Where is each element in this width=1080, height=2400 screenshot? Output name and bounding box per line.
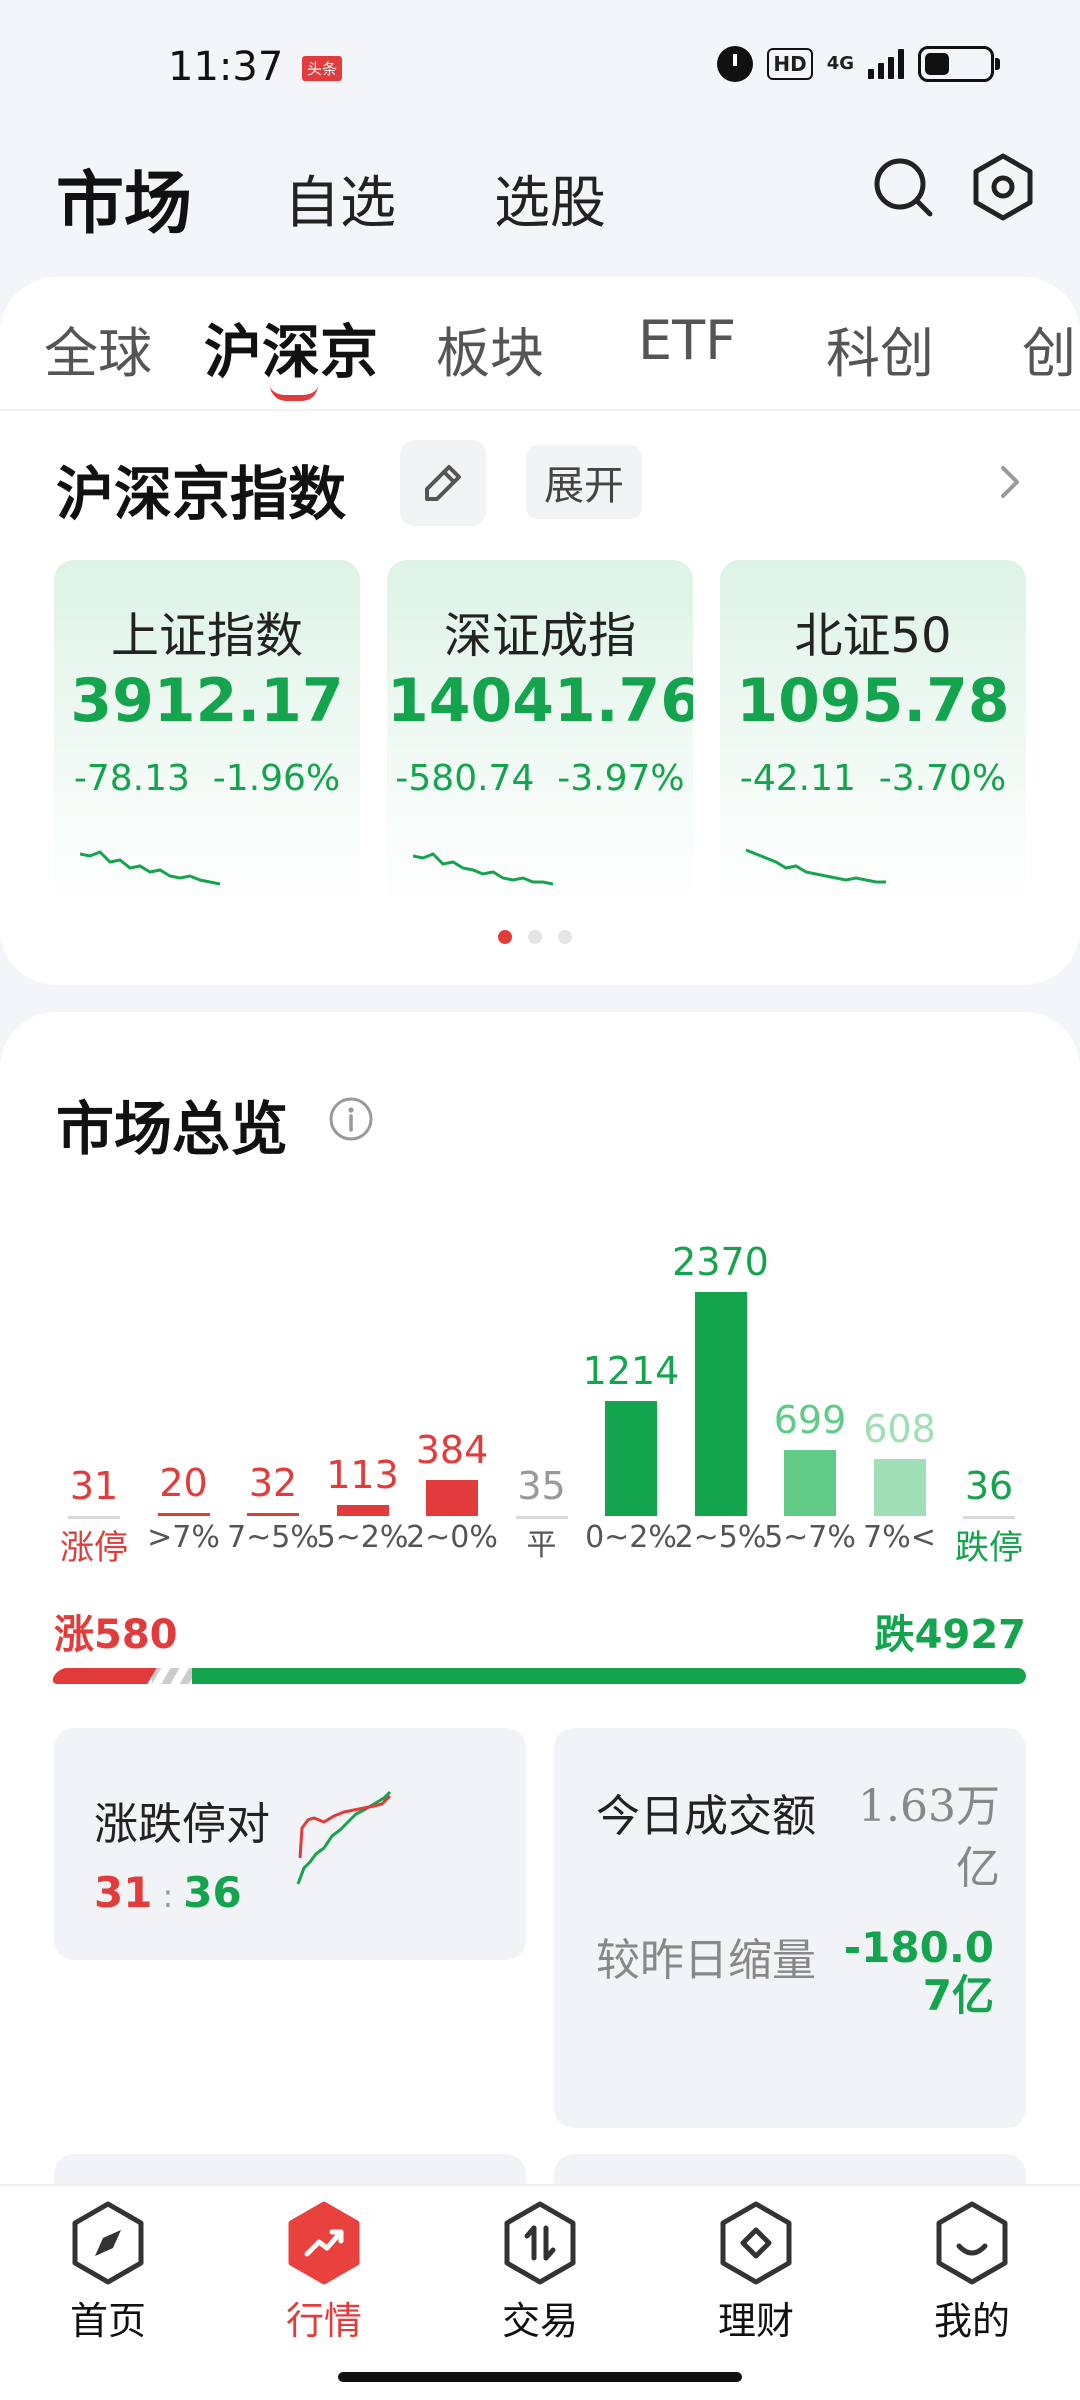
distribution-bar: [426, 1479, 478, 1516]
tab-chinext[interactable]: 创: [1022, 309, 1076, 388]
divider: [0, 409, 1080, 411]
distribution-bar: [784, 1449, 836, 1516]
tab-stock-picker[interactable]: 选股: [494, 158, 606, 239]
carousel-dots: [498, 930, 572, 944]
tab-star-market[interactable]: 科创: [826, 309, 934, 388]
index-name: 深证成指: [443, 608, 636, 664]
status-bar: 11:37 头条 HD 4G: [0, 0, 1080, 130]
wealth-icon: [720, 2201, 792, 2285]
limit-trend-chart: [296, 1790, 392, 1885]
nav-profile[interactable]: 我的: [902, 2200, 1042, 2345]
index-sparkline: [746, 848, 886, 884]
battery-icon: [918, 46, 1000, 82]
app-header: 市场 自选 选股: [0, 130, 1080, 275]
limit-up-down-card[interactable]: 涨跌停对 31:36: [54, 1728, 526, 1960]
distribution-bar: [247, 1512, 299, 1516]
distribution-baseline: [515, 1516, 568, 1519]
nav-trade[interactable]: 交易: [470, 2200, 610, 2345]
distribution-bar: [157, 1513, 210, 1516]
settings-icon[interactable]: [968, 152, 1038, 222]
tab-sectors[interactable]: 板块: [436, 309, 544, 388]
index-card-szse[interactable]: 深证成指 14041.76 -580.74 -3.97%: [387, 560, 693, 908]
nav-wealth[interactable]: 理财: [686, 2200, 826, 2345]
nav-home[interactable]: 首页: [38, 2200, 178, 2345]
index-value: 1095.78: [736, 666, 1010, 736]
turnover-card[interactable]: 今日成交额 1.63万亿 较昨日缩量 -180.07亿: [554, 1728, 1026, 2128]
indices-title: 沪深京指数: [56, 460, 347, 528]
chevron-right-icon[interactable]: [995, 460, 1025, 504]
distribution-label: 跌停: [955, 1528, 1023, 1568]
nav-market[interactable]: 行情: [254, 2200, 394, 2345]
index-card-sse[interactable]: 上证指数 3912.17 -78.13 -1.96%: [54, 560, 360, 908]
advancers-total: 涨580: [54, 1612, 178, 1658]
bottom-nav: 首页 行情 交易 理财 我的: [0, 2184, 1080, 2400]
index-change: -78.13 -1.96%: [73, 758, 341, 799]
turnover-value: 1.63万亿: [858, 1781, 1000, 1894]
expand-button[interactable]: 展开: [526, 445, 642, 519]
advance-decline-ratio-bar: [49, 1668, 1026, 1684]
carousel-dot[interactable]: [528, 930, 542, 944]
distribution-baseline: [963, 1516, 1015, 1519]
distribution-value: 2370: [672, 1240, 769, 1284]
index-card: 全球 沪深京 板块 ETF 科创 创 沪深京指数 展开 上证指数 3912.17…: [0, 277, 1080, 985]
status-icons: HD 4G: [717, 46, 1000, 82]
turnover-label: 今日成交额: [596, 1791, 816, 1842]
distribution-value: 36: [964, 1464, 1014, 1508]
tab-global[interactable]: 全球: [44, 309, 152, 388]
tab-shanghai-shenzhen-beijing[interactable]: 沪深京: [204, 305, 378, 389]
advance-ratio: [49, 1668, 157, 1684]
carousel-dot[interactable]: [558, 930, 572, 944]
tab-watchlist[interactable]: 自选: [284, 158, 396, 239]
signal-icon: [868, 49, 904, 79]
carousel-dot[interactable]: [498, 930, 512, 944]
edit-button[interactable]: [400, 440, 486, 526]
search-icon[interactable]: [870, 154, 936, 220]
trade-icon: [504, 2201, 576, 2285]
price-change-distribution: 31 涨停 20 >7% 32 7~5% 113 5~2% 384 2~0% 35 平 1214 0~2%…: [0, 1012, 1080, 1572]
network-type: 4G: [826, 53, 854, 74]
index-name: 北证50: [794, 608, 952, 664]
active-tab-indicator: [270, 385, 318, 401]
profile-icon: [936, 2201, 1008, 2285]
tab-etf[interactable]: ETF: [638, 309, 736, 372]
pencil-icon: [425, 465, 461, 501]
turnover-change-label: 较昨日缩量: [596, 1935, 816, 1986]
index-change: -42.11 -3.70%: [739, 758, 1007, 799]
distribution-value: 608: [863, 1406, 936, 1451]
index-change: -580.74 -3.97%: [395, 758, 685, 799]
index-name: 上证指数: [110, 608, 303, 664]
index-card-bse50[interactable]: 北证50 1095.78 -42.11 -3.70%: [720, 560, 1026, 908]
distribution-bar: [873, 1458, 926, 1516]
alarm-icon: [717, 46, 754, 82]
index-sparkline: [413, 852, 553, 886]
home-indicator[interactable]: [338, 2372, 742, 2382]
distribution-value: 1214: [582, 1349, 680, 1394]
hd-icon: HD: [767, 48, 813, 80]
index-value: 14041.76: [387, 666, 693, 736]
trend-icon: [288, 2201, 360, 2285]
limit-label: 涨跌停对: [94, 1799, 270, 1850]
turnover-change-value: -180.07亿: [843, 1923, 994, 2020]
ratio-separator: [152, 1668, 192, 1684]
status-time: 11:37: [168, 44, 284, 90]
limit-values: 31:36: [94, 1868, 242, 1917]
decliners-total: 跌4927: [874, 1612, 1026, 1658]
notification-badge: 头条: [302, 56, 343, 81]
distribution-bar: [336, 1505, 389, 1516]
decline-ratio: [192, 1668, 1026, 1684]
distribution-bar: [694, 1292, 747, 1516]
index-sparkline: [80, 850, 220, 886]
distribution-value: 35: [517, 1464, 566, 1508]
market-tabs: 全球 沪深京 板块 ETF 科创 创: [0, 277, 1080, 407]
page-title: 市场: [56, 165, 193, 244]
distribution-baseline: [68, 1516, 120, 1519]
compass-icon: [72, 2201, 144, 2285]
distribution-bar: [605, 1401, 657, 1516]
index-value: 3912.17: [70, 666, 344, 736]
